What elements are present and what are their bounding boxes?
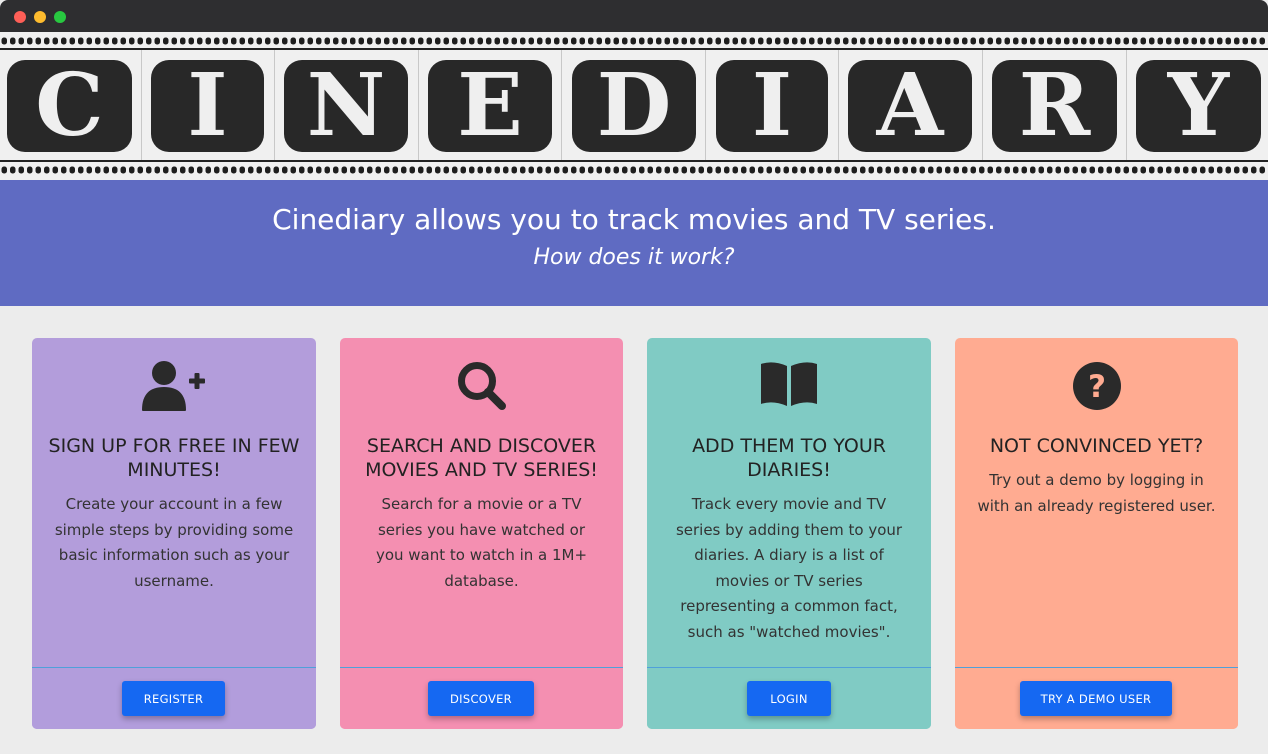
card-title: SIGN UP FOR FREE IN FEW MINUTES!: [48, 435, 300, 481]
logo-letter: R: [992, 60, 1117, 152]
frame-divider: [982, 50, 983, 160]
frame-divider: [838, 50, 839, 160]
intro-banner: Cinediary allows you to track movies and…: [0, 180, 1268, 306]
search-icon: [340, 360, 623, 416]
logo-header: C I N E D I A R Y: [0, 32, 1268, 180]
film-perforations-top: [0, 37, 1268, 45]
logo-letter: E: [428, 60, 552, 152]
card-search: SEARCH AND DISCOVER MOVIES AND TV SERIES…: [340, 338, 623, 729]
svg-text:?: ?: [1088, 369, 1106, 405]
card-footer: LOGIN: [647, 667, 931, 729]
card-demo: ? NOT CONVINCED YET? Try out a demo by l…: [955, 338, 1238, 729]
frame-divider: [418, 50, 419, 160]
film-perforations-bottom: [0, 166, 1268, 174]
try-demo-button[interactable]: TRY A DEMO USER: [1020, 681, 1172, 716]
logo-letter: A: [848, 60, 972, 152]
banner-subtitle: How does it work?: [533, 245, 735, 270]
logo-letter: Y: [1136, 60, 1261, 152]
book-open-icon: [647, 360, 931, 416]
card-title: NOT CONVINCED YET?: [989, 435, 1204, 457]
login-button[interactable]: LOGIN: [747, 681, 831, 716]
frame-divider: [274, 50, 275, 160]
window-titlebar: [0, 0, 1268, 32]
discover-button[interactable]: DISCOVER: [428, 681, 534, 716]
card-description: Try out a demo by logging in with an alr…: [977, 471, 1216, 515]
user-plus-icon: [32, 360, 316, 416]
minimize-window-button[interactable]: [34, 11, 46, 23]
frame-divider: [141, 50, 142, 160]
logo-letter: C: [7, 60, 132, 152]
card-description: Search for a movie or a TV series you ha…: [375, 495, 588, 590]
frame-divider: [1126, 50, 1127, 160]
card-title: SEARCH AND DISCOVER MOVIES AND TV SERIES…: [365, 435, 598, 481]
frame-divider: [561, 50, 562, 160]
card-description: Track every movie and TV series by addin…: [675, 495, 903, 641]
film-rule-top: [0, 48, 1268, 50]
card-diaries: ADD THEM TO YOUR DIARIES! Track every mo…: [647, 338, 931, 729]
logo-letter: D: [572, 60, 696, 152]
banner-title: Cinediary allows you to track movies and…: [272, 203, 996, 236]
logo-letter: N: [284, 60, 408, 152]
card-title: ADD THEM TO YOUR DIARIES!: [692, 435, 886, 481]
logo-letter: I: [716, 60, 828, 152]
maximize-window-button[interactable]: [54, 11, 66, 23]
close-window-button[interactable]: [14, 11, 26, 23]
card-description: Create your account in a few simple step…: [54, 495, 294, 590]
question-circle-icon: ?: [955, 360, 1238, 416]
card-footer: DISCOVER: [340, 667, 623, 729]
frame-divider: [705, 50, 706, 160]
logo-letter: I: [151, 60, 264, 152]
card-footer: REGISTER: [32, 667, 316, 729]
card-footer: TRY A DEMO USER: [955, 667, 1238, 729]
film-rule-bottom: [0, 160, 1268, 162]
card-signup: SIGN UP FOR FREE IN FEW MINUTES! Create …: [32, 338, 316, 729]
register-button[interactable]: REGISTER: [122, 681, 225, 716]
